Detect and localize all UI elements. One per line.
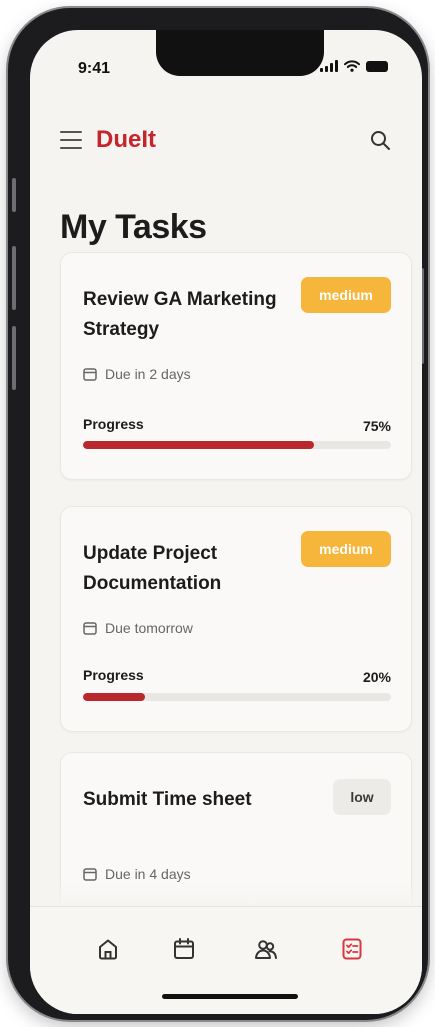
calendar-icon <box>83 368 97 381</box>
calendar-icon <box>174 938 194 959</box>
due-text: Due tomorrow <box>105 620 193 636</box>
progress-track <box>83 441 391 449</box>
screen: 9:41 DueIt My Tasks Review GA Marketing … <box>30 30 422 1014</box>
tab-tasks[interactable] <box>336 933 368 965</box>
task-title: Submit Time sheet <box>83 789 252 810</box>
phone-frame: 9:41 DueIt My Tasks Review GA Marketing … <box>8 8 428 1020</box>
home-indicator <box>162 994 298 999</box>
priority-badge: medium <box>301 531 391 567</box>
brand-logo: DueIt <box>96 126 156 153</box>
status-icons <box>320 60 388 72</box>
due-text: Due in 2 days <box>105 366 191 382</box>
progress-fill <box>83 441 314 449</box>
progress-value: 20% <box>362 669 391 685</box>
search-icon[interactable] <box>368 128 392 152</box>
wifi-icon <box>344 60 360 72</box>
silent-switch <box>12 178 16 212</box>
due-date: Due in 2 days <box>83 366 191 382</box>
calendar-icon <box>83 868 97 881</box>
calendar-icon <box>83 622 97 635</box>
team-icon <box>255 940 277 959</box>
priority-badge: medium <box>301 277 391 313</box>
task-title: Update Project Documentation <box>83 543 222 594</box>
app-header: DueIt <box>60 118 392 162</box>
battery-icon <box>366 60 388 72</box>
tasks-icon <box>342 938 362 960</box>
tab-calendar[interactable] <box>168 933 200 965</box>
due-date: Due tomorrow <box>83 620 193 636</box>
volume-up-button <box>12 246 16 310</box>
progress-value: 75% <box>362 418 391 434</box>
status-time: 9:41 <box>78 60 111 77</box>
page-title: My Tasks <box>60 208 207 246</box>
task-title: Review GA Marketing Strategy <box>83 289 277 340</box>
priority-badge: low <box>333 779 391 815</box>
notch <box>156 30 324 76</box>
volume-down-button <box>12 326 16 390</box>
task-card[interactable]: Update Project Documentation medium Due … <box>60 506 412 732</box>
tab-home[interactable] <box>92 933 124 965</box>
menu-icon[interactable] <box>60 131 82 149</box>
signal-icon <box>320 60 338 72</box>
progress-fill <box>83 693 145 701</box>
progress-label: Progress <box>83 667 144 683</box>
task-card[interactable]: Review GA Marketing Strategy medium Due … <box>60 252 412 480</box>
tab-team[interactable] <box>250 933 282 965</box>
home-icon <box>99 939 117 960</box>
progress-label: Progress <box>83 416 144 432</box>
progress-track <box>83 693 391 701</box>
